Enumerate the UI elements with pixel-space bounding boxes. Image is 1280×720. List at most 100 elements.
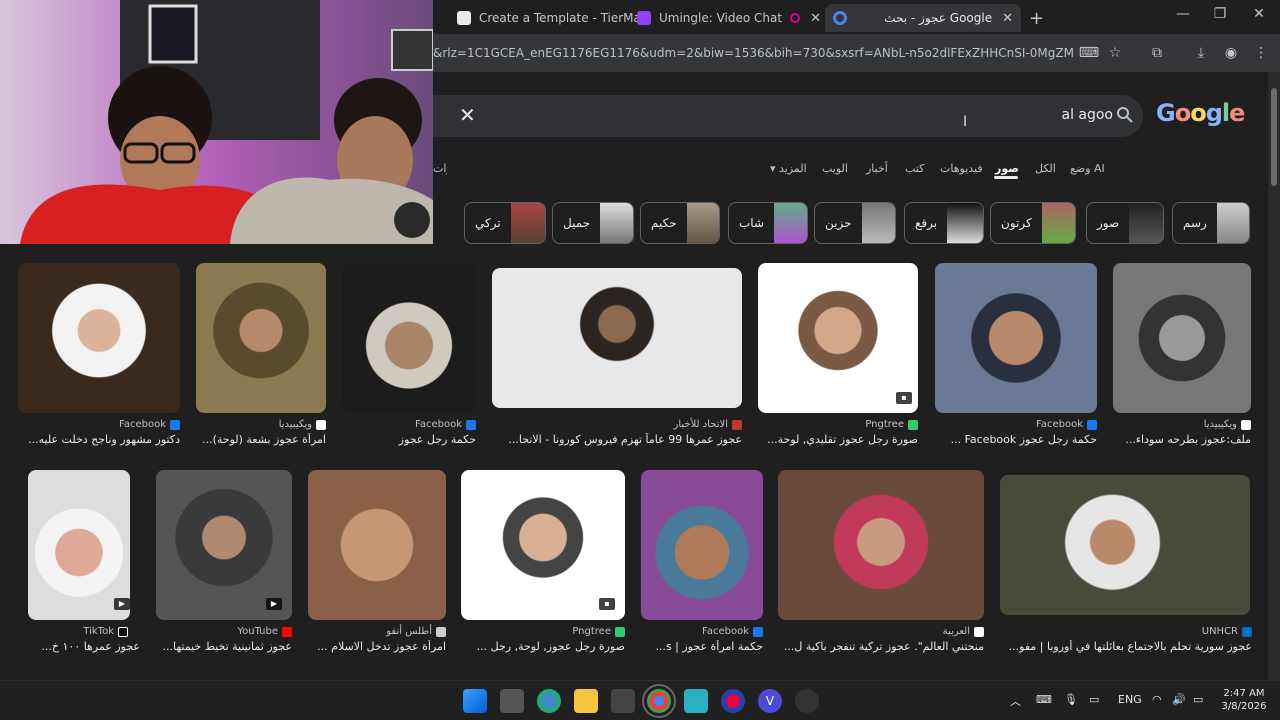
microphone-icon[interactable]: 🎙 bbox=[1064, 693, 1078, 706]
result-image-card[interactable]: ▶ YouTube عجوز ثمانينية تخيط خيمتها... bbox=[156, 470, 292, 660]
chip-beautiful[interactable]: جميل bbox=[552, 202, 634, 244]
result-image-card[interactable]: ويكيبيديا ملف:عجوز بطرحه سوداء... bbox=[1113, 263, 1251, 453]
chip-turkish[interactable]: تركي bbox=[464, 202, 546, 244]
chip-cartoon[interactable]: كرتون bbox=[990, 202, 1076, 244]
result-image-card[interactable]: Facebook دكتور مشهور وناجح دخلت عليه... bbox=[18, 263, 180, 453]
start-menu-icon[interactable] bbox=[463, 689, 487, 713]
v-app-icon[interactable]: V bbox=[758, 689, 782, 713]
chip-young[interactable]: شاب bbox=[728, 202, 808, 244]
result-thumbnail[interactable] bbox=[758, 263, 918, 413]
result-title[interactable]: عجوز ثمانينية تخيط خيمتها... bbox=[156, 640, 292, 653]
result-thumbnail[interactable] bbox=[641, 470, 763, 620]
result-image-card[interactable]: Facebook حكمة امرأة عجوز | s... bbox=[641, 470, 763, 660]
result-thumbnail[interactable] bbox=[1113, 263, 1251, 413]
edge-browser-icon[interactable] bbox=[537, 689, 561, 713]
new-tab-button[interactable]: + bbox=[1029, 8, 1044, 29]
bookmark-star-icon[interactable]: ☆ bbox=[1104, 42, 1126, 64]
wifi-icon[interactable]: ◠ bbox=[1152, 693, 1162, 706]
filter-images[interactable]: صور bbox=[995, 162, 1019, 175]
extensions-icon[interactable]: ⧉ bbox=[1146, 42, 1168, 64]
result-image-card[interactable]: أطلس أنفو امرأة عجوز تدخل الاسلام ... bbox=[308, 470, 446, 660]
result-title[interactable]: عجوز سورية تحلم بالاجتماع بعائلتها في أو… bbox=[1002, 640, 1252, 653]
filter-news[interactable]: أخبار bbox=[866, 162, 888, 175]
filter-videos[interactable]: فيديوهات bbox=[940, 162, 983, 175]
filter-tools[interactable]: الأدوات bbox=[433, 162, 447, 175]
result-title[interactable]: صورة رجل عجوز, لوحة, رجل ... bbox=[461, 640, 625, 653]
result-title[interactable]: امرأة عجوز بشعة (لوحة)... bbox=[196, 433, 326, 446]
translate-icon[interactable]: ⌨ bbox=[1078, 42, 1100, 64]
search-input[interactable]: al agoo bbox=[993, 107, 1113, 123]
result-image-card[interactable]: ويكيبيديا امرأة عجوز بشعة (لوحة)... bbox=[196, 263, 326, 453]
result-title[interactable]: حكمة رجل عجوز Facebook ... bbox=[935, 433, 1097, 446]
play-video-icon[interactable]: ▶ bbox=[114, 598, 130, 610]
result-title[interactable]: حكمة امرأة عجوز | s... bbox=[641, 640, 763, 653]
result-thumbnail[interactable] bbox=[1000, 475, 1250, 615]
result-image-card[interactable]: العربية منحتني العالم". عجوز تركية تنفجر… bbox=[778, 470, 984, 660]
filter-web[interactable]: الويب bbox=[822, 162, 848, 175]
tab-umingle[interactable]: Umingle: Video Chat with St ✕ bbox=[629, 4, 829, 32]
keyboard-icon[interactable]: ⌨ bbox=[1036, 693, 1052, 706]
maximize-button[interactable]: ❐ bbox=[1205, 6, 1235, 22]
profile-icon[interactable]: ◉ bbox=[1220, 42, 1242, 64]
result-title[interactable]: امرأة عجوز تدخل الاسلام ... bbox=[308, 640, 446, 653]
result-thumbnail[interactable] bbox=[935, 263, 1097, 413]
download-icon[interactable]: ⤓ bbox=[1190, 42, 1212, 64]
result-title[interactable]: حكمة رجل عجوز bbox=[342, 433, 476, 446]
result-thumbnail[interactable] bbox=[342, 263, 476, 413]
system-clock[interactable]: 2:47 AM 3/8/2026 bbox=[1214, 687, 1274, 713]
filter-ai-mode[interactable]: وضع AI bbox=[1070, 162, 1105, 175]
close-tab-icon[interactable]: ✕ bbox=[1002, 11, 1013, 26]
result-thumbnail[interactable] bbox=[18, 263, 180, 413]
result-image-card[interactable]: Facebook حكمة رجل عجوز bbox=[342, 263, 476, 453]
result-image-card[interactable]: ▪ Pngtree صورة رجل عجوز تقليدي, لوحة... bbox=[758, 263, 918, 453]
result-thumbnail[interactable] bbox=[308, 470, 446, 620]
menu-icon[interactable]: ⋮ bbox=[1250, 42, 1272, 64]
result-title[interactable]: ملف:عجوز بطرحه سوداء... bbox=[1113, 433, 1251, 446]
file-explorer-icon[interactable] bbox=[574, 689, 598, 713]
result-thumbnail[interactable] bbox=[196, 263, 326, 413]
chip-sad[interactable]: حزين bbox=[814, 202, 896, 244]
filter-more[interactable]: ▾ المزيد bbox=[770, 162, 807, 175]
store-icon[interactable] bbox=[611, 689, 635, 713]
result-image-card[interactable]: ▪ Pngtree صورة رجل عجوز, لوحة, رجل ... bbox=[461, 470, 625, 660]
result-title[interactable]: عجوز عمرها ١٠٠ خ... bbox=[28, 640, 140, 653]
result-title[interactable]: منحتني العالم". عجوز تركية تنفجر باكية ل… bbox=[778, 640, 984, 653]
language-indicator[interactable]: ENG bbox=[1118, 693, 1142, 706]
remote-desktop-icon[interactable] bbox=[684, 689, 708, 713]
result-image-card[interactable]: UNHCR عجوز سورية تحلم بالاجتماع بعائلتها… bbox=[1000, 470, 1252, 660]
filter-all[interactable]: الكل bbox=[1035, 162, 1056, 175]
result-image-card[interactable]: الاتحاد للأخبار عجوز عمرها 99 عاماً تهزم… bbox=[492, 263, 742, 453]
clear-search-icon[interactable]: ✕ bbox=[459, 103, 476, 127]
chip-drawing[interactable]: رسم bbox=[1172, 202, 1250, 244]
chip-wise[interactable]: حكيم bbox=[640, 202, 720, 244]
address-bar[interactable]: &rlz=1C1GCEA_enEG1176EG1176&udm=2&biw=15… bbox=[433, 39, 1073, 67]
search-icon[interactable] bbox=[1115, 105, 1135, 125]
result-title[interactable]: دكتور مشهور وناجح دخلت عليه... bbox=[18, 433, 180, 446]
search-box[interactable]: ✕ al agoo bbox=[433, 95, 1143, 137]
tab-google-search[interactable]: عجوز - بحث Google ✕ bbox=[825, 4, 1021, 32]
task-view-icon[interactable] bbox=[500, 689, 524, 713]
page-scrollbar[interactable] bbox=[1268, 72, 1280, 680]
volume-icon[interactable]: 🔊 bbox=[1172, 693, 1186, 706]
close-window-button[interactable]: ✕ bbox=[1244, 6, 1274, 22]
result-image-card[interactable]: ▶ TikTok عجوز عمرها ١٠٠ خ... bbox=[28, 470, 140, 660]
app-icon[interactable] bbox=[721, 689, 745, 713]
result-thumbnail[interactable] bbox=[778, 470, 984, 620]
chrome-icon[interactable] bbox=[642, 684, 676, 718]
google-logo[interactable]: Google bbox=[1156, 99, 1245, 127]
scrollbar-thumb[interactable] bbox=[1271, 88, 1277, 186]
chip-photos[interactable]: صور bbox=[1086, 202, 1164, 244]
result-thumbnail[interactable] bbox=[492, 268, 742, 408]
show-hidden-icons-icon[interactable]: ︿ bbox=[1010, 693, 1021, 709]
close-tab-icon[interactable]: ✕ bbox=[810, 11, 821, 26]
play-video-icon[interactable]: ▶ bbox=[266, 598, 282, 610]
battery-icon[interactable]: ▭ bbox=[1193, 693, 1203, 706]
settings-gear-icon[interactable] bbox=[795, 689, 819, 713]
input-indicator-icon[interactable]: ▭ bbox=[1089, 693, 1099, 706]
result-title[interactable]: صورة رجل عجوز تقليدي, لوحة... bbox=[758, 433, 918, 446]
result-title[interactable]: عجوز عمرها 99 عاماً تهزم فيروس كورونا - … bbox=[492, 433, 742, 446]
filter-books[interactable]: كتب bbox=[905, 162, 924, 175]
result-image-card[interactable]: Facebook حكمة رجل عجوز Facebook ... bbox=[935, 263, 1097, 453]
tab-tiermaker[interactable]: Create a Template - TierMaker bbox=[449, 4, 639, 32]
chip-burqa[interactable]: برقع bbox=[904, 202, 984, 244]
